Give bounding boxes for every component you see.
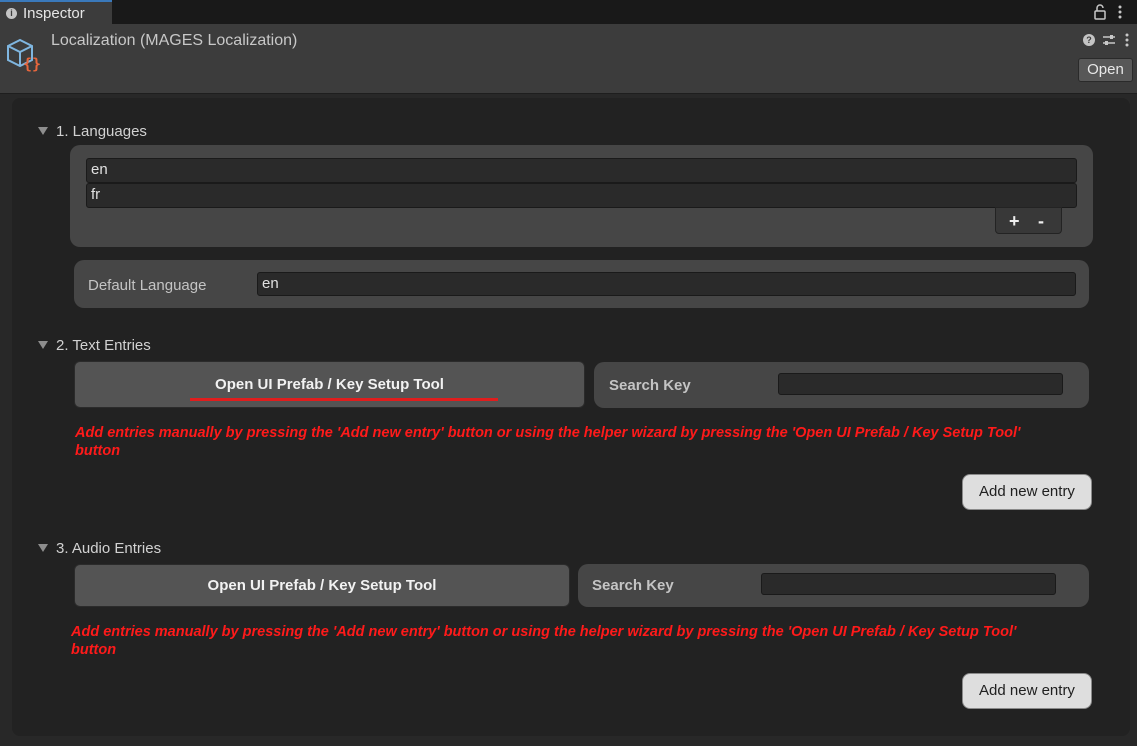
add-language-button[interactable]: + (1009, 211, 1020, 232)
tab-inspector-label: Inspector (23, 5, 85, 22)
remove-language-button[interactable]: - (1038, 211, 1044, 232)
audio-entries-warning-line1: Add entries manually by pressing the 'Ad… (71, 624, 1017, 640)
audio-search-key-label: Search Key (592, 577, 674, 594)
foldout-audio-entries-label: 3. Audio Entries (56, 540, 162, 557)
add-new-audio-entry-button[interactable]: Add new entry (962, 673, 1092, 709)
foldout-text-entries-label: 2. Text Entries (56, 337, 151, 354)
add-new-text-entry-button[interactable]: Add new entry (962, 474, 1092, 510)
annotation-underline (190, 398, 498, 401)
presets-icon[interactable] (1102, 33, 1116, 47)
component-title: Localization (MAGES Localization) (51, 32, 298, 49)
text-entries-warning: Add entries manually by pressing the 'Ad… (75, 424, 1105, 460)
text-search-key-input[interactable] (778, 373, 1063, 395)
language-item-fr[interactable]: fr (86, 183, 1077, 208)
foldout-languages-label: 1. Languages (56, 123, 147, 140)
help-icon[interactable]: ? (1083, 34, 1095, 46)
text-entries-warning-line2: button (75, 443, 121, 459)
audio-entries-warning: Add entries manually by pressing the 'Ad… (71, 623, 1101, 659)
audio-entries-warning-line2: button (71, 642, 117, 658)
component-header: {} Localization (MAGES Localization) ? O… (0, 24, 1137, 94)
foldout-audio-entries[interactable]: 3. Audio Entries (38, 540, 161, 557)
open-audio-key-setup-tool-button[interactable]: Open UI Prefab / Key Setup Tool (74, 564, 570, 607)
text-search-key-label: Search Key (609, 377, 691, 394)
foldout-languages[interactable]: 1. Languages (38, 123, 147, 140)
tab-bar: i Inspector (0, 0, 1137, 24)
text-entries-warning-line1: Add entries manually by pressing the 'Ad… (75, 425, 1021, 441)
kebab-menu-icon[interactable] (1117, 4, 1123, 20)
open-button[interactable]: Open (1078, 58, 1133, 82)
list-add-remove: + - (995, 207, 1062, 234)
default-language-field[interactable]: en (257, 272, 1076, 296)
svg-text:{}: {} (23, 55, 41, 73)
foldout-text-entries[interactable]: 2. Text Entries (38, 337, 151, 354)
default-language-label: Default Language (88, 277, 207, 294)
foldout-arrow-icon (38, 341, 48, 349)
tab-inspector[interactable]: i Inspector (0, 0, 112, 24)
foldout-arrow-icon (38, 127, 48, 135)
lock-icon[interactable] (1093, 4, 1107, 20)
scriptable-object-icon: {} (7, 38, 41, 73)
foldout-arrow-icon (38, 544, 48, 552)
audio-search-key-input[interactable] (761, 573, 1056, 595)
info-icon: i (6, 8, 17, 19)
kebab-menu-icon[interactable] (1124, 32, 1130, 48)
language-item-en[interactable]: en (86, 158, 1077, 183)
